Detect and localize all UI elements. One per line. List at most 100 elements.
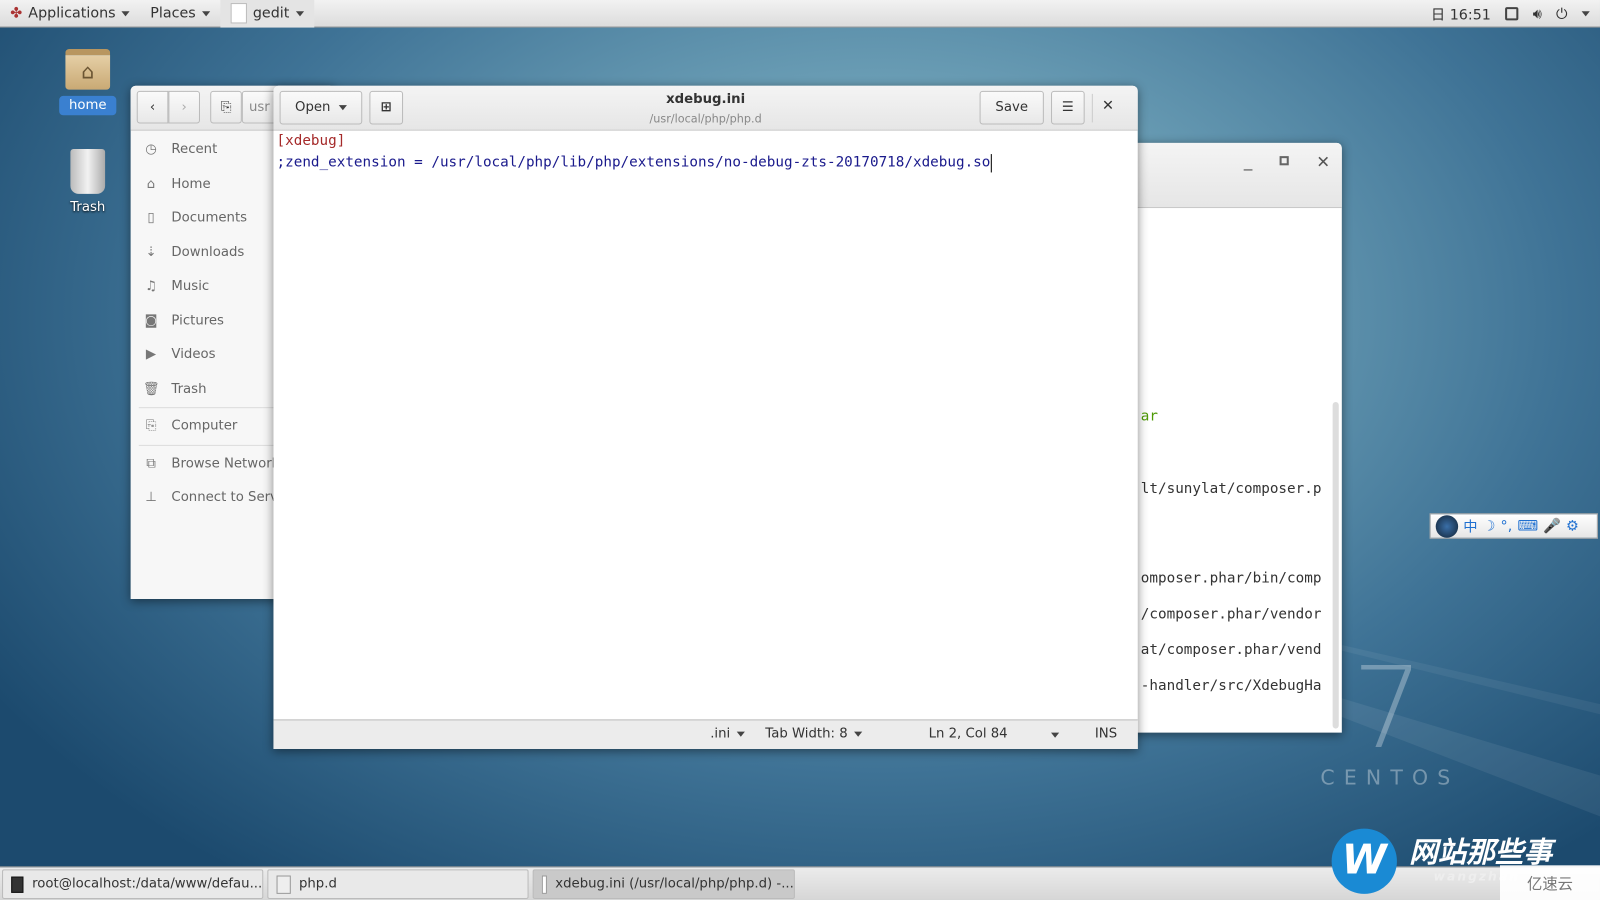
gedit-window[interactable]: Open ⊞ xdebug.ini /usr/local/php/php.d S…: [273, 85, 1138, 749]
home-icon: ⌂: [146, 176, 156, 192]
sidebar-item-label: Computer: [171, 418, 238, 434]
desktop-home-icon[interactable]: ⌂ home: [59, 48, 117, 116]
status-bar: .ini Tab Width: 8 Ln 2, Col 84 INS: [273, 719, 1138, 749]
close-icon[interactable]: ✕: [1316, 152, 1330, 171]
drive-icon: ⎘: [220, 99, 232, 115]
app-menu-gedit[interactable]: gedit: [220, 0, 314, 28]
system-menu-caret-icon[interactable]: [1581, 11, 1590, 17]
scrollbar[interactable]: [1332, 402, 1339, 729]
download-icon: ⇣: [145, 244, 157, 260]
folder-home-icon: ⌂: [65, 48, 111, 90]
halfwidth-icon[interactable]: ☽: [1483, 518, 1496, 534]
gedit-icon: [230, 3, 247, 24]
forward-button[interactable]: ›: [168, 90, 200, 124]
calendar-glyph: 日: [1430, 6, 1446, 23]
clock-icon: ◷: [145, 142, 157, 158]
sidebar-item-label: Trash: [171, 381, 207, 397]
yisu-badge: 亿速云: [1499, 865, 1600, 900]
close-icon: ✕: [1102, 97, 1115, 115]
terminal-line: at/composer.phar/vend: [1140, 641, 1322, 659]
centos-7-watermark: 7: [1352, 642, 1424, 774]
ime-logo-icon: [1435, 514, 1459, 538]
location-root-button[interactable]: ⎘: [210, 90, 242, 124]
sidebar-item-label: Documents: [171, 210, 248, 226]
task-gedit[interactable]: xdebug.ini (/usr/local/php/php.d) -...: [532, 869, 795, 899]
terminal-line: lt/sunylat/composer.p: [1140, 480, 1322, 497]
system-tray: 日 16:51 🔊︎ ⏻: [1431, 0, 1590, 28]
network-icon: ⧉: [146, 455, 156, 472]
chevron-left-icon: ‹: [149, 99, 156, 115]
chinese-mode-icon[interactable]: 中: [1463, 516, 1477, 536]
w-logo-icon: W: [1331, 828, 1397, 894]
sidebar-item-label: Pictures: [171, 313, 224, 329]
position-menu-caret-icon[interactable]: [1051, 732, 1060, 738]
language-selector[interactable]: .ini: [710, 726, 745, 742]
task-label: root@localhost:/data/www/defau...: [32, 876, 263, 892]
maximize-icon[interactable]: [1279, 156, 1289, 166]
computer-icon: ⎘: [145, 418, 157, 434]
code-line-section: [xdebug]: [276, 132, 346, 149]
sidebar-item-label: Recent: [171, 142, 218, 158]
volume-icon[interactable]: 🔊︎: [1533, 6, 1542, 22]
home-label: home: [59, 95, 117, 116]
caret-icon: [736, 731, 745, 737]
task-files[interactable]: php.d: [267, 869, 529, 899]
clock-time: 16:51: [1449, 6, 1491, 23]
app-name-label: gedit: [252, 5, 290, 22]
settings-gear-icon[interactable]: ⚙: [1566, 518, 1579, 534]
desktop-trash-icon[interactable]: Trash: [59, 148, 116, 215]
minimize-icon[interactable]: ‒: [1243, 159, 1253, 178]
music-icon: ♫: [145, 278, 157, 295]
desktop: ✤ Applications Places gedit 日 16:51 🔊︎ ⏻ …: [0, 0, 1600, 900]
back-button[interactable]: ‹: [136, 90, 169, 124]
server-icon: ⊥: [145, 490, 157, 506]
terminal-icon: [11, 876, 24, 893]
path-label: usr: [248, 99, 270, 115]
close-button[interactable]: ✕: [1102, 98, 1114, 114]
video-icon: ▶: [145, 347, 157, 363]
keyboard-icon[interactable]: ⌨: [1517, 518, 1538, 534]
hamburger-icon: ☰: [1061, 99, 1074, 116]
terminal-line: ar: [1140, 408, 1159, 425]
chevron-right-icon: ›: [181, 99, 187, 115]
caret-icon: [295, 10, 304, 16]
sidebar-item-label: Downloads: [171, 244, 245, 260]
wangzhan-logo: W 网站那些事 wangzhan 亿速云: [1331, 827, 1600, 900]
window-icon[interactable]: [1505, 7, 1519, 21]
punctuation-icon[interactable]: °,: [1501, 518, 1513, 534]
clock[interactable]: 日 16:51: [1431, 4, 1491, 24]
top-panel: ✤ Applications Places gedit 日 16:51 🔊︎ ⏻: [0, 0, 1600, 28]
text-editor[interactable]: [xdebug] ;zend_extension = /usr/local/ph…: [273, 131, 1137, 721]
gedit-icon: [541, 874, 548, 894]
insert-mode: INS: [1094, 726, 1118, 742]
microphone-icon[interactable]: 🎤: [1543, 518, 1561, 534]
centos-watermark: CENTOS: [1320, 765, 1460, 790]
terminal-line: /composer.phar/vendor: [1140, 606, 1322, 623]
menu-button[interactable]: ☰: [1051, 90, 1085, 125]
task-label: xdebug.ini (/usr/local/php/php.d) -...: [555, 876, 794, 892]
divider: [1091, 93, 1093, 123]
caret-icon: [121, 10, 130, 16]
document-icon: ▯: [147, 210, 155, 226]
cursor-position: Ln 2, Col 84: [928, 726, 1008, 742]
file-cabinet-icon: [276, 874, 291, 894]
trash-icon: 🗑︎: [142, 381, 160, 397]
applications-label: Applications: [28, 5, 116, 22]
caret-icon: [201, 10, 210, 16]
places-menu[interactable]: Places: [140, 0, 220, 27]
camera-icon: ◙: [144, 313, 158, 329]
tab-width-selector[interactable]: Tab Width: 8: [765, 727, 862, 742]
task-terminal[interactable]: root@localhost:/data/www/defau...: [2, 869, 264, 899]
applications-menu[interactable]: ✤ Applications: [0, 0, 140, 27]
power-icon[interactable]: ⏻: [1556, 6, 1567, 22]
gnome-foot-icon: ✤: [10, 5, 23, 22]
language-label: .ini: [710, 726, 731, 742]
save-button[interactable]: Save: [979, 90, 1044, 125]
sidebar-item-label: Videos: [171, 347, 216, 363]
terminal-line: omposer.phar/bin/comp: [1140, 570, 1322, 587]
yisu-label: 亿速云: [1527, 873, 1573, 893]
terminal-line: -handler/src/XdebugHa: [1140, 677, 1322, 694]
tab-width-label: Tab Width: 8: [765, 726, 848, 742]
ime-toolbar[interactable]: 中 ☽ °, ⌨ 🎤 ⚙: [1429, 513, 1598, 539]
code-line-comment: ;zend_extension = /usr/local/php/lib/php…: [277, 154, 992, 173]
